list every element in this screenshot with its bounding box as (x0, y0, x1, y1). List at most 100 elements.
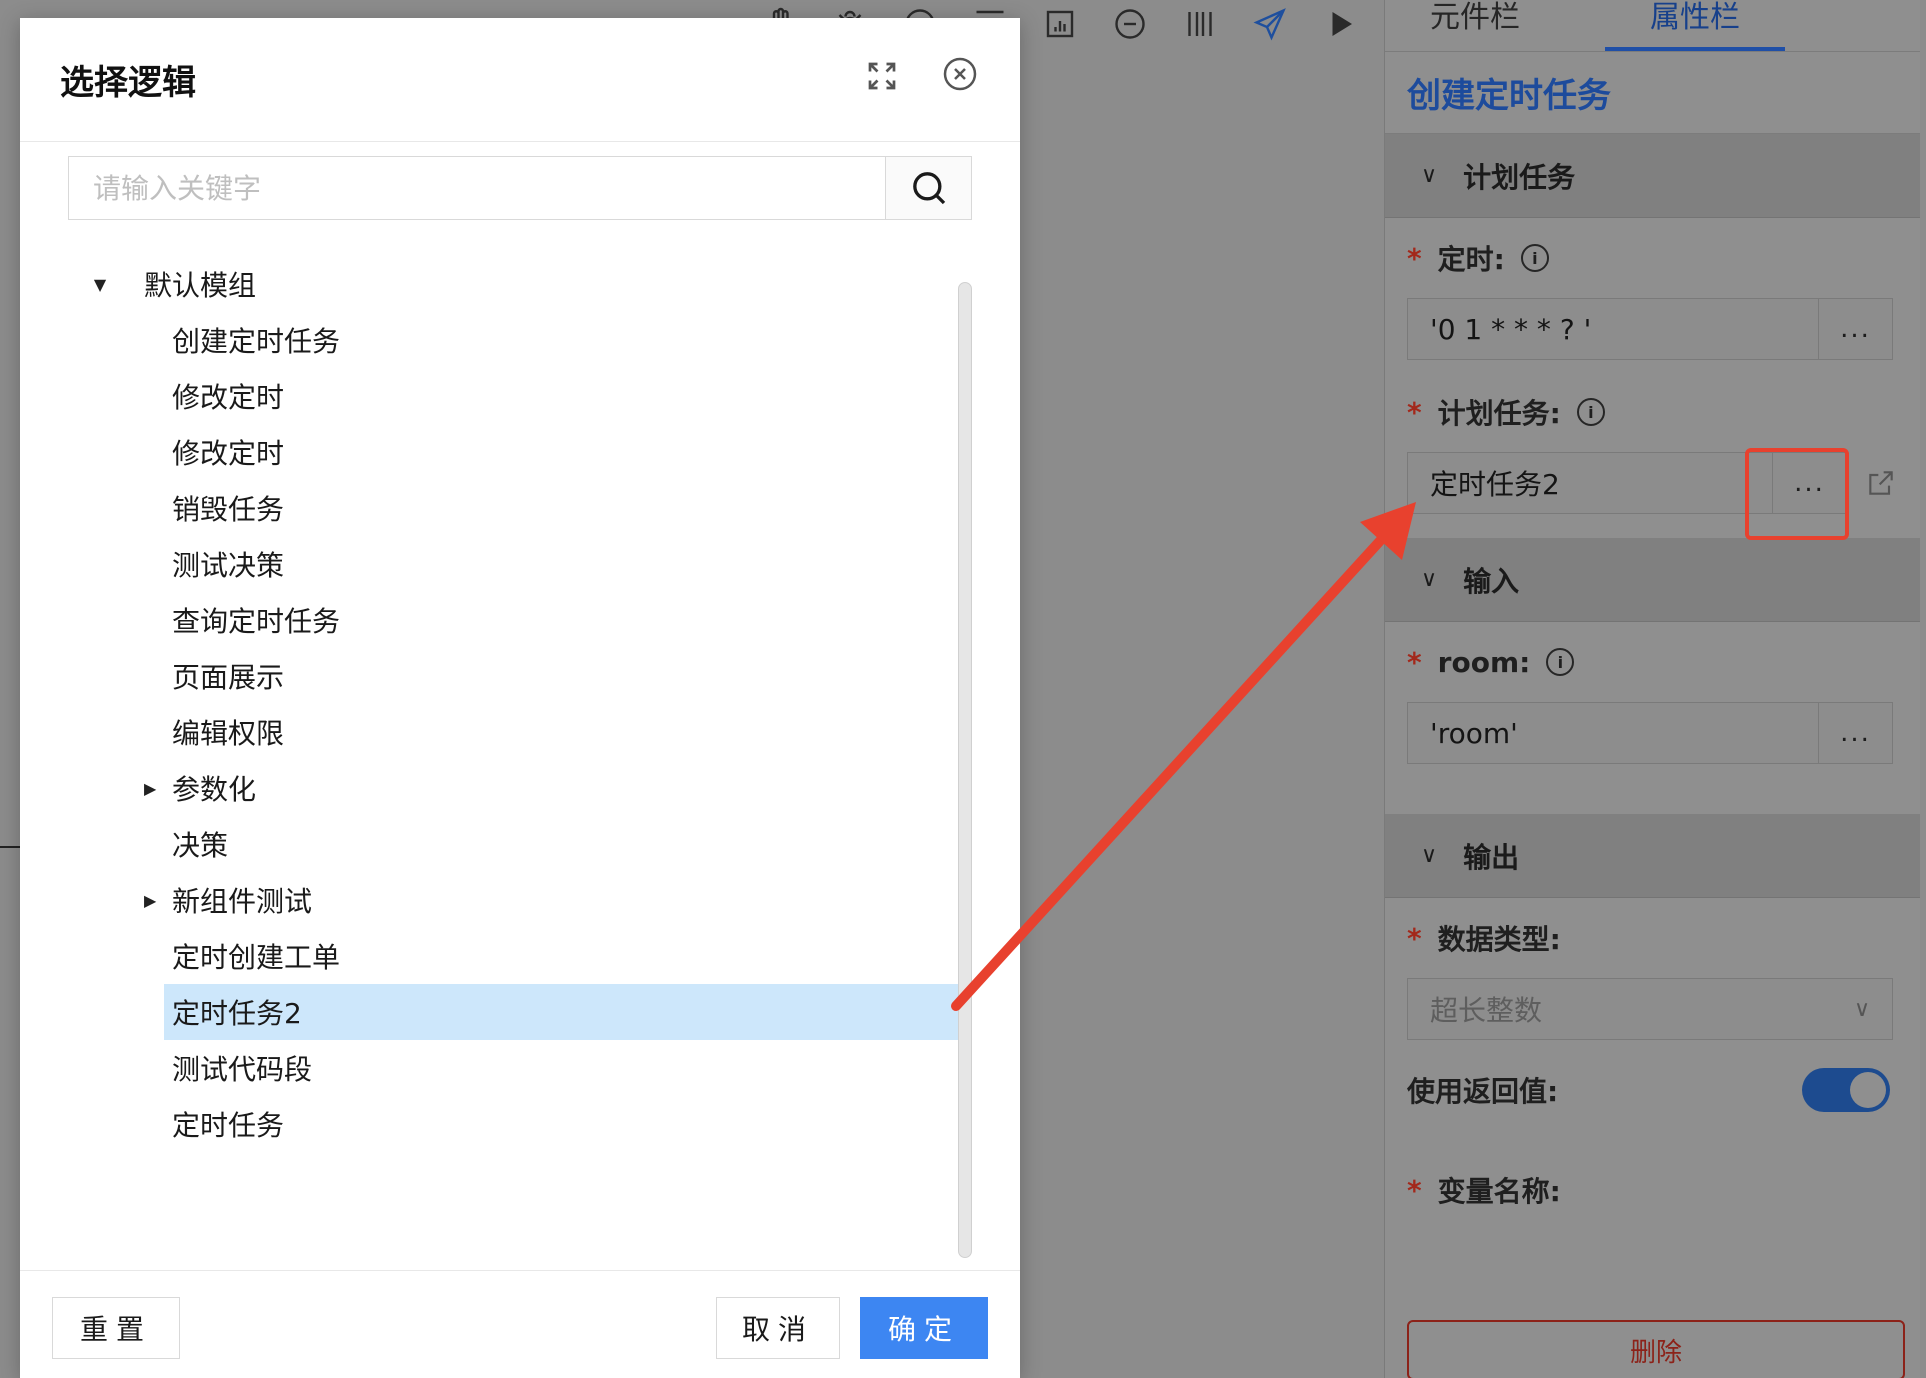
timer-field[interactable]: '0 1 * * * ? ' ... (1407, 298, 1893, 360)
tree-node[interactable]: 修改定时 (80, 424, 980, 480)
tab-properties[interactable]: 属性栏 (1605, 0, 1785, 51)
tree-node[interactable]: 定时任务 (80, 1096, 980, 1152)
tree-node-label: 参数化 (172, 773, 257, 806)
panel-tabs: 元件栏 属性栏 (1385, 0, 1920, 52)
required-marker: * (1407, 241, 1422, 275)
tree-node[interactable]: 定时创建工单 (80, 928, 980, 984)
task-value: 定时任务2 (1430, 468, 1560, 501)
search-button[interactable] (885, 157, 971, 219)
section-plan-header[interactable]: ∨ 计划任务 (1385, 134, 1920, 218)
room-label-text: room: (1437, 645, 1531, 679)
tree-node-label: 定时任务2 (172, 997, 302, 1030)
required-marker: * (1407, 1173, 1422, 1207)
section-output-title: 输出 (1463, 840, 1520, 874)
tree-node-label: 页面展示 (172, 661, 285, 694)
tab-components[interactable]: 元件栏 (1385, 0, 1565, 51)
tree-node[interactable]: 修改定时 (80, 368, 980, 424)
play-icon[interactable] (1320, 4, 1360, 44)
chevron-down-icon: ∨ (1421, 163, 1438, 188)
tree-node-label: 新组件测试 (172, 885, 313, 918)
task-label-text: 计划任务: (1437, 397, 1561, 430)
chevron-down-icon: ∨ (1421, 843, 1438, 868)
room-more-button[interactable]: ... (1818, 703, 1892, 763)
tree-node[interactable]: 查询定时任务 (80, 592, 980, 648)
room-value: 'room' (1430, 716, 1518, 750)
section-input-header[interactable]: ∨ 输入 (1385, 538, 1920, 622)
tree-node-label: 定时创建工单 (172, 941, 341, 974)
delete-button[interactable]: 删除 (1407, 1320, 1905, 1378)
dialog-title: 选择逻辑 (60, 63, 196, 103)
panel-title: 创建定时任务 (1385, 52, 1920, 134)
tree-root-node[interactable]: ▼ 默认模组 (80, 256, 980, 312)
section-input-title: 输入 (1463, 564, 1520, 598)
caret-down-icon[interactable]: ▼ (80, 275, 120, 294)
tree-node-label: 定时任务 (172, 1109, 285, 1142)
use-return-label: 使用返回值: (1407, 1075, 1559, 1108)
required-marker: * (1407, 921, 1422, 955)
datatype-select[interactable]: 超长整数 ∨ (1407, 978, 1893, 1040)
tree-node[interactable]: 定时任务2 (164, 984, 958, 1040)
info-icon[interactable]: i (1576, 398, 1605, 426)
tree-scrollbar[interactable] (958, 282, 972, 1258)
info-icon[interactable]: i (1546, 648, 1575, 676)
caret-right-icon[interactable]: ▶ (144, 779, 156, 798)
tree-node[interactable]: ▶ 参数化 (80, 760, 980, 816)
datatype-label-text: 数据类型: (1437, 923, 1561, 956)
cancel-button[interactable]: 取消 (716, 1297, 840, 1359)
var-name-label: * 变量名称: (1385, 1150, 1920, 1230)
room-label: * room: i (1385, 622, 1920, 702)
distribute-icon[interactable] (1180, 4, 1220, 44)
external-link-icon[interactable] (1865, 467, 1897, 499)
caret-right-icon[interactable]: ▶ (144, 891, 156, 910)
logic-tree: ▼ 默认模组 创建定时任务 修改定时 修改定时 销毁任务 测试决策 查询定时任务 页面展示编… (80, 256, 980, 1152)
timer-more-button[interactable]: ... (1818, 299, 1892, 359)
select-logic-dialog: 选择逻辑 ▼ 默认模组 创建定时任务修改定时修改定时销毁任务测试决策查询定时任务… (20, 18, 1020, 1378)
tree-node-label: 编辑权限 (172, 717, 285, 750)
search-box (68, 156, 972, 220)
tree-node-label: 创建定时任务 (172, 325, 341, 358)
search-icon (912, 172, 945, 205)
timer-label-text: 定时: (1437, 243, 1505, 276)
section-output-header[interactable]: ∨ 输出 (1385, 814, 1920, 898)
use-return-row: 使用返回值: (1385, 1050, 1920, 1130)
expand-icon[interactable] (864, 58, 900, 94)
datatype-value: 超长整数 (1430, 994, 1543, 1027)
room-field[interactable]: 'room' ... (1407, 702, 1893, 764)
tree-node[interactable]: ▶ 新组件测试 (80, 872, 980, 928)
var-name-label-text: 变量名称: (1437, 1175, 1561, 1208)
section-plan-title: 计划任务 (1463, 160, 1576, 194)
tree-node-label: 销毁任务 (172, 493, 285, 526)
info-icon[interactable]: i (1520, 244, 1549, 272)
task-label: * 计划任务: i (1385, 372, 1920, 452)
tree-node-label: 决策 (172, 829, 229, 862)
search-input[interactable] (69, 157, 885, 219)
tree-node[interactable]: 测试决策 (80, 536, 980, 592)
chevron-down-icon: ∨ (1853, 996, 1871, 1022)
tree-node-label: 测试决策 (172, 549, 285, 582)
tree-node[interactable]: 测试代码段 (80, 1040, 980, 1096)
tree-node[interactable]: 决策 (80, 816, 980, 872)
tree-node-label: 测试代码段 (172, 1053, 313, 1086)
send-icon[interactable] (1250, 4, 1290, 44)
datatype-label: * 数据类型: (1385, 898, 1920, 978)
dialog-footer: 重置 取消 确定 (20, 1270, 1020, 1378)
timer-value: '0 1 * * * ? ' (1430, 312, 1592, 346)
required-marker: * (1407, 395, 1422, 429)
annotation-highlight-box (1745, 448, 1849, 540)
required-marker: * (1407, 645, 1422, 679)
layout-icon[interactable] (1040, 4, 1080, 44)
chevron-down-icon: ∨ (1421, 567, 1438, 592)
tree-root-label: 默认模组 (144, 269, 257, 302)
tree-node[interactable]: 页面展示 (80, 648, 980, 704)
tree-node[interactable]: 编辑权限 (80, 704, 980, 760)
close-icon[interactable] (940, 54, 980, 94)
property-panel: 元件栏 属性栏 创建定时任务 ∨ 计划任务 * 定时: i '0 1 * * *… (1384, 0, 1920, 1378)
use-return-toggle[interactable] (1802, 1068, 1890, 1112)
dialog-header: 选择逻辑 (20, 18, 1020, 142)
tree-node[interactable]: 销毁任务 (80, 480, 980, 536)
tree-node[interactable]: 创建定时任务 (80, 312, 980, 368)
tree-node-label: 修改定时 (172, 437, 285, 470)
confirm-button[interactable]: 确定 (860, 1297, 988, 1359)
zoom-out-icon[interactable] (1110, 4, 1150, 44)
reset-button[interactable]: 重置 (52, 1297, 180, 1359)
